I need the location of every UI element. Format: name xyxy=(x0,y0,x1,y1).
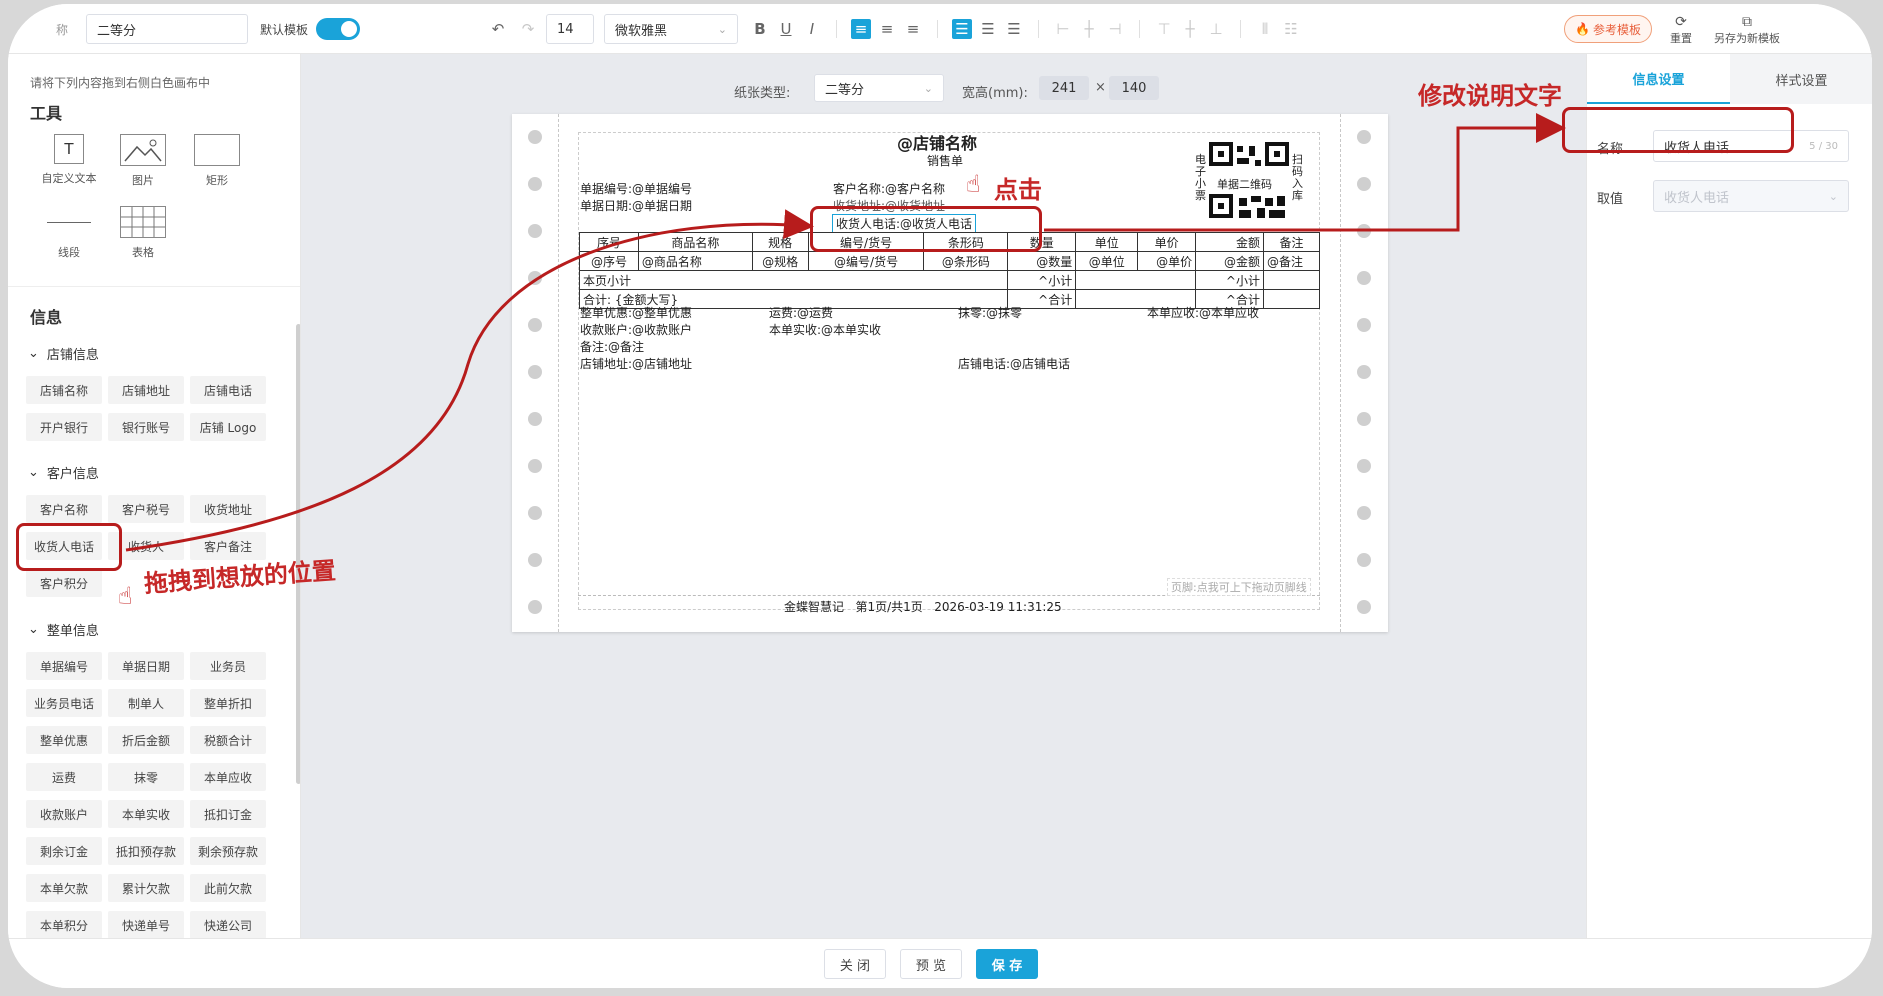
app-frame: 称 二等分 默认模板 ↶ ↷ 14 微软雅黑 ⌄ B U I ≡ ≡ ≡ ☰ ☰ … xyxy=(8,4,1872,988)
annotation-arrows xyxy=(125,113,1566,552)
pointing-hand-icon: ☝ xyxy=(118,582,133,610)
annotation-modify-text: 修改说明文字 xyxy=(1418,82,1562,110)
pointing-hand-icon: ☝ xyxy=(966,170,981,198)
annotation-click-text: 点击 xyxy=(994,176,1042,204)
